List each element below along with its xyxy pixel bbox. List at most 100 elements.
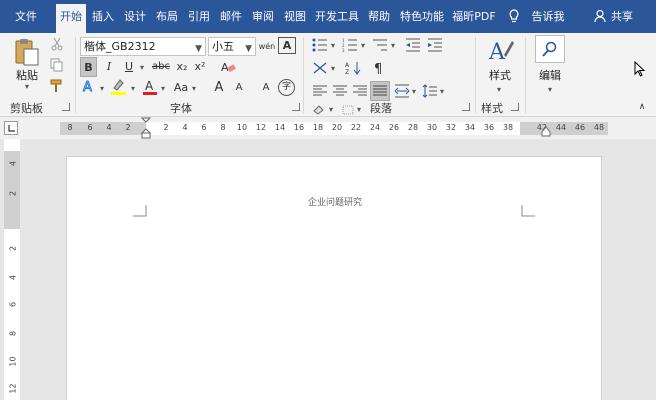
chinese-layout-dropdown-icon[interactable]: ▾ (329, 58, 337, 78)
grow-font-button[interactable]: A (212, 78, 226, 98)
font-group-label: 字体 (170, 102, 192, 115)
chevron-down-icon[interactable]: ▼ (195, 41, 202, 58)
change-case-dropdown-icon[interactable]: ▾ (190, 78, 198, 98)
numbering-icon[interactable]: 123 (342, 38, 358, 52)
font-color-icon[interactable]: A (142, 78, 158, 96)
tab-insert[interactable]: 插入 (89, 0, 117, 33)
tab-mailings[interactable]: 邮件 (217, 0, 245, 33)
paragraph-launcher[interactable] (462, 103, 470, 111)
cut-icon[interactable] (50, 37, 64, 51)
editing-button[interactable] (535, 35, 565, 63)
tab-design[interactable]: 设计 (121, 0, 149, 33)
font-size-combo[interactable]: 小五 ▼ (208, 37, 256, 56)
font-color-dropdown-icon[interactable]: ▾ (159, 78, 167, 98)
tab-foxit-pdf[interactable]: 福昕PDF (450, 0, 498, 33)
chinese-layout-icon[interactable] (312, 61, 328, 75)
ribbon-tab-bar: 文件 开始 插入 设计 布局 引用 邮件 审阅 视图 开发工具 帮助 特色功能 … (0, 0, 656, 33)
align-left-icon[interactable] (312, 85, 328, 97)
right-indent-marker-icon[interactable] (541, 125, 551, 137)
superscript-button[interactable]: x² (192, 57, 208, 77)
svg-text:A: A (488, 40, 506, 65)
tab-special-features[interactable]: 特色功能 (396, 0, 448, 33)
font-family-combo[interactable]: 楷体_GB2312 ▼ (80, 37, 206, 56)
phonetic-guide-button[interactable]: wén (258, 37, 276, 57)
enclose-characters-button[interactable]: 字 (278, 79, 295, 96)
show-marks-icon[interactable]: ¶ (372, 61, 386, 75)
styles-icon[interactable]: A (488, 37, 514, 65)
editing-dropdown-icon[interactable]: ▾ (545, 79, 555, 99)
justify-button[interactable] (370, 81, 390, 101)
tell-me-search[interactable]: 告诉我 (528, 0, 568, 33)
share-button[interactable]: 共享 (608, 0, 636, 33)
clear-formatting-icon[interactable]: A (220, 59, 236, 75)
paragraph-group-label: 段落 (370, 102, 392, 115)
tab-help[interactable]: 帮助 (365, 0, 393, 33)
chevron-down-icon[interactable]: ▼ (245, 41, 252, 58)
document-page[interactable]: 企业问题研究 (66, 156, 602, 400)
horizontal-ruler[interactable]: 8 6 4 2 2 4 6 8 10 12 14 16 18 20 22 24 … (0, 117, 656, 139)
shrink-font-button[interactable]: A (232, 78, 246, 98)
user-icon[interactable] (594, 9, 606, 23)
copy-icon[interactable] (50, 58, 64, 72)
multilevel-dropdown-icon[interactable]: ▾ (389, 35, 397, 55)
tab-developer[interactable]: 开发工具 (311, 0, 363, 33)
italic-button[interactable]: I (102, 57, 116, 77)
change-case-button[interactable]: Aa (172, 78, 190, 98)
tab-file[interactable]: 文件 (6, 0, 46, 33)
line-spacing-dropdown-icon[interactable]: ▾ (438, 81, 446, 101)
underline-button[interactable]: U (122, 57, 136, 77)
align-right-icon[interactable] (352, 85, 368, 97)
paste-dropdown-icon[interactable]: ▾ (22, 81, 32, 91)
align-center-icon[interactable] (332, 85, 348, 97)
ruler-number: 36 (483, 123, 495, 132)
sort-icon[interactable]: AZ (345, 61, 361, 75)
decrease-indent-icon[interactable] (405, 38, 421, 52)
vertical-ruler[interactable]: 4 2 2 4 6 8 10 12 (4, 139, 20, 400)
tab-selector[interactable] (4, 121, 18, 135)
numbering-dropdown-icon[interactable]: ▾ (359, 35, 367, 55)
bullets-icon[interactable] (312, 38, 328, 52)
styles-dropdown-icon[interactable]: ▾ (494, 79, 504, 99)
shading-dropdown-icon[interactable]: ▾ (327, 99, 335, 119)
distributed-dropdown-icon[interactable]: ▾ (410, 81, 418, 101)
borders-dropdown-icon[interactable]: ▾ (355, 99, 363, 119)
bullets-dropdown-icon[interactable]: ▾ (329, 35, 337, 55)
multilevel-list-icon[interactable] (372, 38, 388, 52)
bold-button[interactable]: B (80, 57, 97, 77)
justify-icon (373, 85, 387, 96)
styles-launcher[interactable] (511, 103, 519, 111)
ruler-number: 44 (555, 123, 567, 132)
highlight-icon[interactable] (110, 78, 128, 96)
underline-dropdown-icon[interactable]: ▾ (137, 57, 147, 77)
highlight-dropdown-icon[interactable]: ▾ (129, 78, 137, 98)
crop-mark-top-right (521, 205, 535, 217)
collapse-ribbon-icon[interactable]: ∧ (636, 97, 648, 117)
format-painter-icon[interactable] (50, 79, 64, 93)
ruler-number: 14 (274, 123, 286, 132)
indent-marker-icon[interactable] (141, 117, 151, 139)
distributed-icon[interactable] (394, 84, 410, 98)
text-effects-dropdown-icon[interactable]: ▾ (98, 78, 106, 98)
tab-layout[interactable]: 布局 (153, 0, 181, 33)
svg-text:A: A (221, 61, 229, 74)
line-spacing-icon[interactable] (422, 84, 438, 98)
tab-home[interactable]: 开始 (56, 4, 86, 33)
ruler-number: 16 (293, 123, 305, 132)
paste-icon[interactable] (14, 37, 40, 67)
subscript-button[interactable]: x₂ (174, 57, 190, 77)
clear-all-formatting-button[interactable]: A (257, 78, 275, 98)
shading-icon[interactable] (312, 105, 326, 115)
char-border-button[interactable]: A (278, 37, 296, 54)
tab-review[interactable]: 审阅 (249, 0, 277, 33)
tab-view[interactable]: 视图 (281, 0, 309, 33)
ruler-number: 6 (201, 123, 207, 132)
increase-indent-icon[interactable] (427, 38, 443, 52)
text-effects-icon[interactable]: A (81, 78, 97, 95)
clipboard-launcher[interactable] (62, 103, 70, 111)
strikethrough-button[interactable]: abc (150, 57, 172, 77)
ruler-number: 8 (8, 330, 18, 337)
tab-references[interactable]: 引用 (185, 0, 213, 33)
borders-icon[interactable] (342, 105, 354, 115)
font-launcher[interactable] (292, 103, 300, 111)
lightbulb-icon[interactable] (508, 9, 520, 23)
